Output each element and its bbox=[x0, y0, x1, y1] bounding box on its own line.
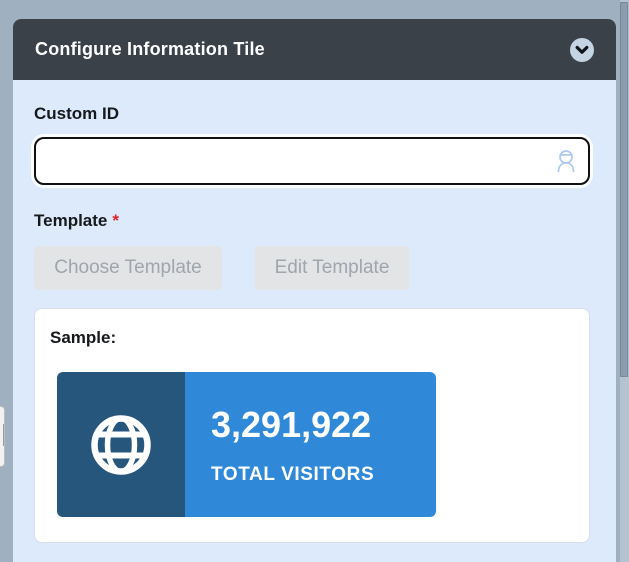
tile-value: 3,291,922 bbox=[211, 404, 371, 446]
scrollbar-thumb[interactable] bbox=[620, 2, 628, 377]
chevron-down-icon bbox=[573, 41, 591, 59]
template-label-text: Template bbox=[34, 211, 107, 230]
custom-id-label: Custom ID bbox=[34, 104, 119, 124]
panel-header: Configure Information Tile bbox=[13, 19, 616, 80]
required-asterisk: * bbox=[112, 211, 119, 230]
tile-body-section: 3,291,922 TOTAL VISITORS bbox=[185, 372, 436, 517]
globe-icon bbox=[89, 412, 153, 478]
sample-preview-card: Sample: 3 bbox=[34, 308, 590, 543]
panel-title: Configure Information Tile bbox=[35, 39, 265, 60]
template-label: Template * bbox=[34, 211, 119, 231]
tile-icon-section bbox=[57, 372, 185, 517]
edit-template-button[interactable]: Edit Template bbox=[255, 246, 409, 290]
left-edge-scrollbar-fragment[interactable] bbox=[0, 406, 5, 467]
information-tile-preview: 3,291,922 TOTAL VISITORS bbox=[57, 372, 436, 517]
collapse-panel-button[interactable] bbox=[570, 38, 594, 62]
configure-information-tile-panel: Configure Information Tile Custom ID bbox=[13, 19, 616, 562]
vertical-scrollbar[interactable] bbox=[620, 0, 629, 562]
custom-id-input[interactable] bbox=[34, 137, 590, 185]
screen: Configure Information Tile Custom ID bbox=[0, 0, 629, 562]
sample-label: Sample: bbox=[50, 328, 116, 348]
custom-id-field-wrap bbox=[34, 137, 590, 185]
tile-caption: TOTAL VISITORS bbox=[211, 464, 374, 486]
choose-template-button[interactable]: Choose Template bbox=[34, 246, 222, 290]
